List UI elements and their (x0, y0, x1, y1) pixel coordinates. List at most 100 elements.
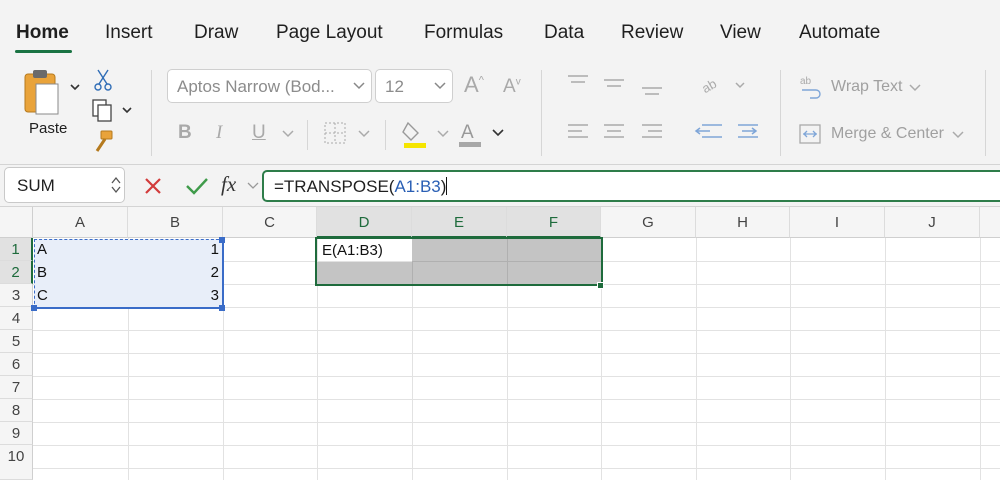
fill-color-button[interactable] (402, 119, 452, 154)
cancel-formula-icon[interactable] (143, 176, 163, 196)
confirm-formula-icon[interactable] (185, 176, 209, 196)
tab-data[interactable]: Data (544, 22, 584, 44)
row-header-3[interactable]: 3 (0, 284, 33, 307)
indent-icons (694, 124, 758, 138)
formula-input[interactable]: =TRANSPOSE(A1:B3) (262, 170, 1000, 202)
svg-text:A: A (461, 122, 474, 143)
column-header-f[interactable]: F (507, 207, 601, 238)
gridline (33, 422, 1000, 423)
bold-button[interactable]: B (178, 122, 192, 144)
svg-text:ab: ab (700, 76, 719, 96)
row-header-8[interactable]: 8 (0, 399, 33, 422)
insert-function-button[interactable]: fx (221, 172, 236, 197)
merge-center-icon (799, 124, 821, 144)
select-all-corner[interactable] (0, 207, 33, 238)
column-header-d[interactable]: D (317, 207, 412, 238)
gridline (980, 238, 981, 480)
tab-insert[interactable]: Insert (105, 22, 153, 44)
spreadsheet-grid[interactable]: A B C D E F G H I J 1 2 3 4 5 6 7 8 9 10… (0, 207, 1000, 480)
increase-font-size-button[interactable]: A^ (464, 72, 484, 98)
wrap-text-icon: ab (800, 76, 821, 99)
font-color-button[interactable]: A (457, 118, 507, 153)
tab-view[interactable]: View (720, 22, 761, 44)
horizontal-align-icons (568, 124, 662, 138)
vertical-align-icons (568, 75, 662, 95)
wrap-text-button[interactable]: ab (798, 74, 824, 105)
row-header-6[interactable]: 6 (0, 353, 33, 376)
gridline (790, 238, 791, 480)
borders-button[interactable] (323, 121, 373, 150)
chevron-down-icon (282, 130, 294, 138)
ribbon-separator (151, 70, 152, 156)
paste-button[interactable] (22, 68, 84, 123)
row-header-4[interactable]: 4 (0, 307, 33, 330)
svg-text:ab: ab (800, 76, 812, 87)
font-size-dropdown[interactable]: 12 (375, 69, 453, 103)
underline-button[interactable]: U (252, 122, 266, 144)
column-header-c[interactable]: C (223, 207, 317, 238)
tab-automate[interactable]: Automate (799, 22, 880, 44)
row-header-9[interactable]: 9 (0, 422, 33, 445)
ribbon-separator (307, 120, 308, 150)
column-header-a[interactable]: A (33, 207, 128, 238)
format-painter-button[interactable] (93, 129, 115, 158)
tab-page-layout[interactable]: Page Layout (276, 22, 383, 44)
orientation-button[interactable]: ab (699, 72, 748, 103)
active-tab-indicator (15, 50, 72, 53)
row-header-5[interactable]: 5 (0, 330, 33, 353)
merge-center-button[interactable] (798, 122, 824, 151)
merge-center-label[interactable]: Merge & Center (831, 125, 944, 143)
cell-b3[interactable]: 3 (128, 284, 223, 307)
row-header-10[interactable]: 10 (0, 445, 33, 480)
cell-b1[interactable]: 1 (128, 238, 223, 261)
column-header-g[interactable]: G (601, 207, 696, 238)
row-header-1[interactable]: 1 (0, 238, 33, 261)
selection-border (315, 237, 603, 286)
cell-a2[interactable]: B (33, 261, 128, 284)
cell-a1[interactable]: A (33, 238, 128, 261)
font-size-value: 12 (385, 77, 404, 96)
ribbon-separator (385, 120, 386, 150)
cell-b2[interactable]: 2 (128, 261, 223, 284)
name-box-stepper-icon[interactable] (111, 175, 121, 195)
font-color-icon: A (459, 122, 504, 147)
copy-icon (92, 99, 132, 122)
font-name-dropdown[interactable]: Aptos Narrow (Bod... (167, 69, 372, 103)
wrap-text-label[interactable]: Wrap Text (831, 78, 902, 96)
underline-icon: U (252, 122, 266, 143)
column-header-e[interactable]: E (412, 207, 507, 238)
formula-range-ref: A1:B3 (394, 177, 441, 196)
column-header-b[interactable]: B (128, 207, 223, 238)
chevron-down-icon (434, 82, 446, 90)
gridline (33, 445, 1000, 446)
ribbon-separator (985, 70, 986, 156)
name-box[interactable]: SUM (4, 167, 125, 203)
column-header-partial[interactable] (980, 207, 1000, 238)
column-header-j[interactable]: J (885, 207, 980, 238)
tab-home[interactable]: Home (16, 22, 69, 44)
cut-button[interactable] (93, 68, 113, 97)
tab-draw[interactable]: Draw (194, 22, 238, 44)
text-orientation-icon: ab (699, 76, 745, 96)
row-header-7[interactable]: 7 (0, 376, 33, 399)
tab-review[interactable]: Review (621, 22, 683, 44)
column-header-i[interactable]: I (790, 207, 885, 238)
column-header-h[interactable]: H (696, 207, 790, 238)
chevron-down-icon (909, 84, 921, 92)
scissors-icon (94, 69, 112, 91)
formula-function: =TRANSPOSE( (274, 177, 395, 196)
chevron-down-icon (952, 131, 964, 139)
italic-button[interactable]: I (216, 122, 222, 144)
chevron-down-icon (247, 182, 259, 189)
fill-handle[interactable] (597, 282, 604, 289)
cell-a3[interactable]: C (33, 284, 128, 307)
ribbon-tab-bar: Home Insert Draw Page Layout Formulas Da… (0, 0, 1000, 58)
gridline (885, 238, 886, 480)
format-painter-icon (95, 130, 113, 152)
tab-formulas[interactable]: Formulas (424, 22, 503, 44)
gridline (33, 399, 1000, 400)
row-header-2[interactable]: 2 (0, 261, 33, 284)
copy-button[interactable] (91, 98, 135, 127)
gridline (33, 353, 1000, 354)
decrease-font-size-button[interactable]: Av (503, 76, 521, 98)
